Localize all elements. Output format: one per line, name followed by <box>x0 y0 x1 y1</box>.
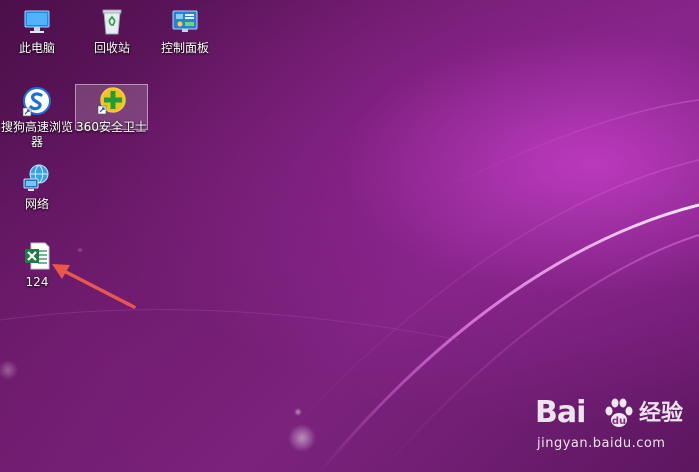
annotation-arrow <box>52 264 136 309</box>
desktop-icon-360-security[interactable]: 360安全卫士 <box>75 84 148 134</box>
watermark-logo-text: Bai <box>535 395 586 430</box>
icon-label: 回收站 <box>93 41 130 55</box>
icon-label: 360安全卫士 <box>76 120 147 134</box>
desktop[interactable]: 此电脑 回收站 控制面板 搜狗高速浏览器 360安全卫士 网络 124 Bai … <box>0 0 699 472</box>
sogou-browser-icon <box>22 87 51 117</box>
desktop-icon-recycle-bin[interactable]: 回收站 <box>75 6 149 56</box>
control-panel-icon <box>172 10 198 32</box>
recycle-bin-icon <box>102 9 122 35</box>
desktop-icon-this-pc[interactable]: 此电脑 <box>0 6 74 56</box>
360-security-icon <box>97 87 126 115</box>
baidu-paw-icon: du <box>605 398 633 427</box>
icon-label: 网络 <box>24 197 49 211</box>
watermark-product-name: 经验 <box>639 401 684 426</box>
network-icon <box>23 164 49 191</box>
icon-label: 此电脑 <box>18 41 55 55</box>
this-pc-icon <box>24 10 50 33</box>
desktop-icon-control-panel[interactable]: 控制面板 <box>148 6 222 56</box>
icon-label: 搜狗高速浏览器 <box>0 120 73 149</box>
svg-text:du: du <box>612 416 626 427</box>
baidu-jingyan-watermark: Bai du 经验 jingyan.baidu.com <box>535 396 695 466</box>
icon-label: 控制面板 <box>160 41 209 55</box>
desktop-icon-network[interactable]: 网络 <box>0 162 74 212</box>
watermark-url: jingyan.baidu.com <box>537 436 666 451</box>
desktop-icon-sogou-browser[interactable]: 搜狗高速浏览器 <box>0 85 74 150</box>
